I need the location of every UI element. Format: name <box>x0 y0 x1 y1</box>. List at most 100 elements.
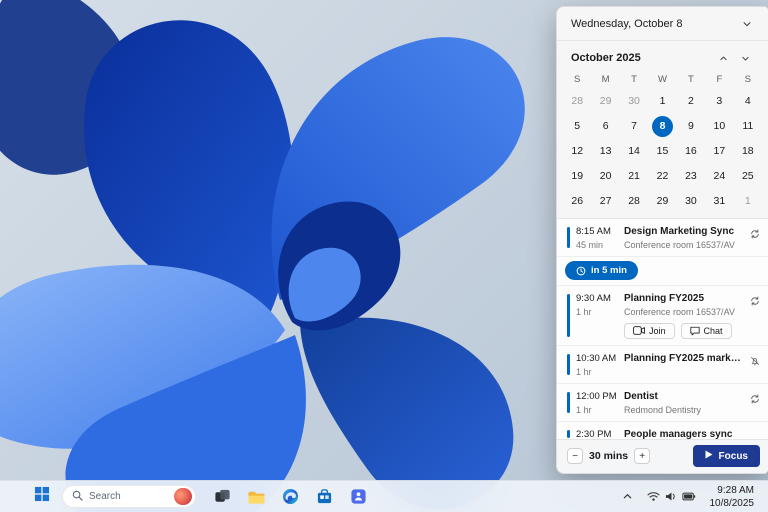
event-accent-bar <box>567 430 570 438</box>
store-button[interactable] <box>310 484 338 510</box>
calendar-day[interactable]: 29 <box>648 189 676 214</box>
join-button[interactable]: Join <box>624 323 675 339</box>
calendar-day[interactable]: 30 <box>677 189 705 214</box>
calendar-day-selected[interactable]: 8 <box>648 114 676 139</box>
calendar-day[interactable]: 21 <box>620 164 648 189</box>
start-button[interactable] <box>28 484 56 510</box>
taskbar-left <box>28 484 372 510</box>
file-explorer-button[interactable] <box>242 484 270 510</box>
calendar-day[interactable]: 22 <box>648 164 676 189</box>
windows-logo-icon <box>34 486 50 507</box>
calendar-day[interactable]: 4 <box>734 89 762 114</box>
event-row[interactable]: 9:30 AM1 hrPlanning FY2025Conference roo… <box>557 286 768 346</box>
calendar-day[interactable]: 1 <box>734 189 762 214</box>
calendar-day-number: 30 <box>680 191 701 212</box>
calendar-day[interactable]: 28 <box>620 189 648 214</box>
calendar-day[interactable]: 6 <box>591 114 619 139</box>
event-row[interactable]: 2:30 PMPeople managers sync <box>557 422 768 440</box>
action-button-label: Join <box>649 326 666 336</box>
chevron-up-icon <box>719 51 728 66</box>
calendar-header: October 2025 <box>563 47 762 71</box>
calendar-day[interactable]: 16 <box>677 139 705 164</box>
calendar-day[interactable]: 15 <box>648 139 676 164</box>
event-time: 12:00 PM <box>576 391 624 402</box>
calendar-day[interactable]: 20 <box>591 164 619 189</box>
calendar-day[interactable]: 19 <box>563 164 591 189</box>
calendar-day[interactable]: 14 <box>620 139 648 164</box>
calendar-day[interactable]: 31 <box>705 189 733 214</box>
calendar-next-month-button[interactable] <box>734 49 756 67</box>
calendar-day-number: 16 <box>680 141 701 162</box>
calendar-day[interactable]: 9 <box>677 114 705 139</box>
calendar-day-number: 2 <box>680 91 701 112</box>
event-actions: Join Chat <box>624 323 746 339</box>
calendar-day[interactable]: 30 <box>620 89 648 114</box>
event-title: Planning FY2025 marketing <box>624 353 746 364</box>
calendar-day[interactable]: 18 <box>734 139 762 164</box>
edge-button[interactable] <box>276 484 304 510</box>
event-accent-bar <box>567 294 570 337</box>
calendar-day-header: S <box>734 71 762 89</box>
calendar-day[interactable]: 24 <box>705 164 733 189</box>
task-view-button[interactable] <box>208 484 236 510</box>
taskbar-search[interactable] <box>62 485 196 508</box>
chat-icon <box>690 326 700 336</box>
event-row[interactable]: 8:15 AM45 minDesign Marketing SyncConfer… <box>557 219 768 257</box>
flyout-collapse-button[interactable] <box>736 15 758 33</box>
calendar-day[interactable]: 28 <box>563 89 591 114</box>
calendar-day[interactable]: 5 <box>563 114 591 139</box>
tray-status-cluster[interactable] <box>641 484 702 510</box>
tray-overflow-button[interactable] <box>617 484 639 510</box>
calendar-day[interactable]: 11 <box>734 114 762 139</box>
calendar-day[interactable]: 17 <box>705 139 733 164</box>
teams-button[interactable] <box>344 484 372 510</box>
repeat-icon <box>750 296 760 306</box>
calendar-day[interactable]: 29 <box>591 89 619 114</box>
event-title: Dentist <box>624 391 746 402</box>
desktop: Wednesday, October 8 October 2025 <box>0 0 768 512</box>
search-input[interactable] <box>89 491 168 502</box>
clock-icon <box>576 266 586 276</box>
focus-increase-button[interactable]: + <box>634 448 650 464</box>
event-countdown-row: in 5 min <box>557 257 768 286</box>
calendar-day[interactable]: 13 <box>591 139 619 164</box>
calendar-day[interactable]: 1 <box>648 89 676 114</box>
focus-decrease-button[interactable]: − <box>567 448 583 464</box>
calendar-day-number: 9 <box>680 116 701 137</box>
teams-icon <box>350 488 367 505</box>
file-explorer-icon <box>247 488 265 506</box>
calendar-day[interactable]: 27 <box>591 189 619 214</box>
event-location: Redmond Dentistry <box>624 405 746 415</box>
taskbar: 9:28 AM 10/8/2025 <box>0 480 768 512</box>
calendar-day-number: 14 <box>624 141 645 162</box>
calendar-day-number: 22 <box>652 166 673 187</box>
repeat-icon <box>750 394 760 404</box>
calendar-day-number: 26 <box>567 191 588 212</box>
event-duration: 1 hr <box>576 367 624 377</box>
calendar-day-number: 1 <box>652 91 673 112</box>
system-tray: 9:28 AM 10/8/2025 <box>617 484 763 510</box>
calendar-day[interactable]: 25 <box>734 164 762 189</box>
search-highlight-image[interactable] <box>174 488 192 505</box>
event-row[interactable]: 12:00 PM1 hrDentistRedmond Dentistry <box>557 384 768 422</box>
chevron-down-icon <box>742 17 752 32</box>
calendar-day-number: 23 <box>680 166 701 187</box>
chat-button[interactable]: Chat <box>681 323 732 339</box>
calendar-day[interactable]: 3 <box>705 89 733 114</box>
calendar-day[interactable]: 10 <box>705 114 733 139</box>
calendar-prev-month-button[interactable] <box>712 49 734 67</box>
calendar-day[interactable]: 23 <box>677 164 705 189</box>
calendar-day-number: 21 <box>624 166 645 187</box>
calendar-day[interactable]: 2 <box>677 89 705 114</box>
calendar-day[interactable]: 7 <box>620 114 648 139</box>
event-location: Conference room 16537/AV <box>624 307 746 317</box>
taskbar-clock[interactable]: 9:28 AM 10/8/2025 <box>704 484 763 510</box>
event-row[interactable]: 10:30 AM1 hrPlanning FY2025 marketing <box>557 346 768 384</box>
volume-icon <box>665 491 677 502</box>
edge-icon <box>282 488 299 505</box>
calendar-day-number: 30 <box>624 91 645 112</box>
calendar-day[interactable]: 12 <box>563 139 591 164</box>
focus-start-button[interactable]: Focus <box>693 445 760 467</box>
calendar-day[interactable]: 26 <box>563 189 591 214</box>
calendar-day-number: 12 <box>567 141 588 162</box>
